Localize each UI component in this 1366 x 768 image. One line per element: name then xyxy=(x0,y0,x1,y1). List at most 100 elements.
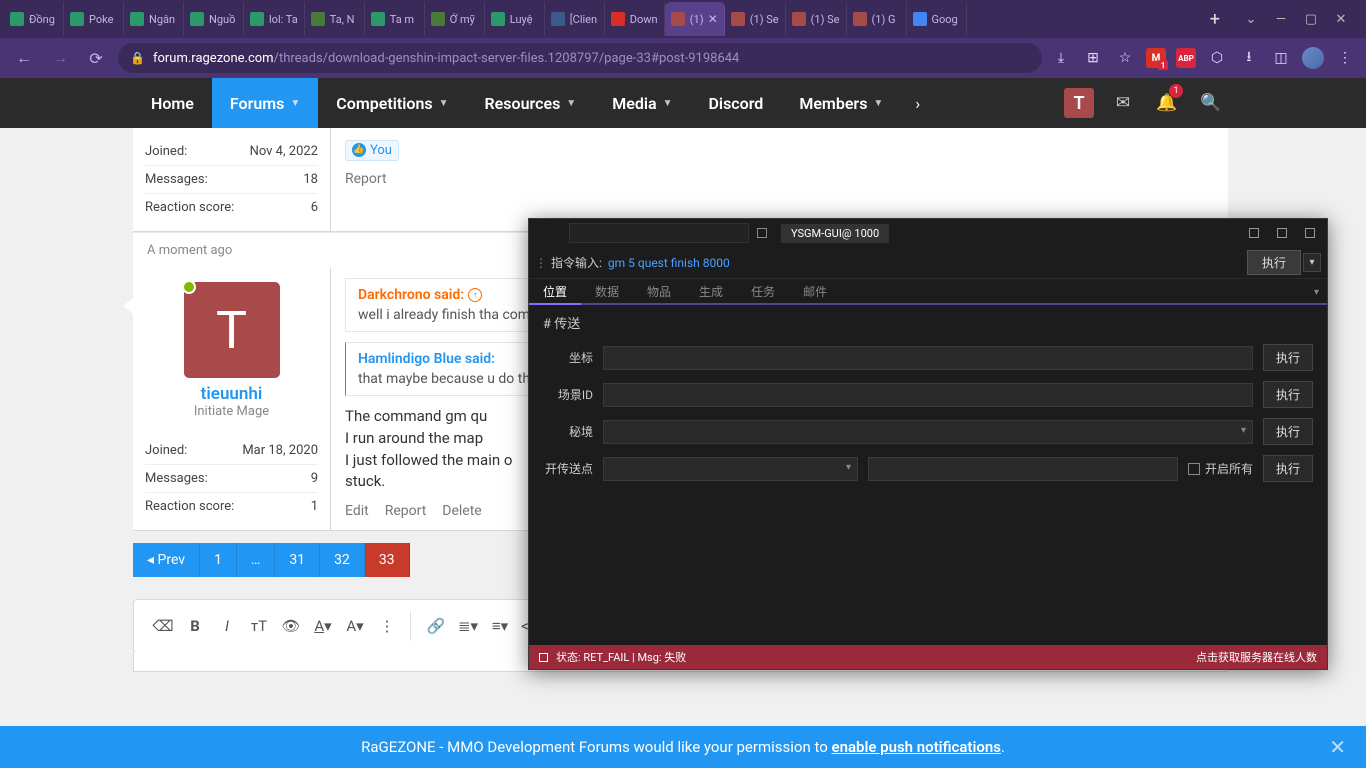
nav-more-icon[interactable]: › xyxy=(901,94,934,113)
install-app-icon[interactable]: ⤓ xyxy=(1050,47,1072,69)
realm-select[interactable] xyxy=(603,420,1253,444)
browser-tab[interactable]: Ngân xyxy=(124,2,184,36)
nav-item-resources[interactable]: Resources ▼ xyxy=(467,78,595,128)
browser-tab[interactable]: Ở mỹ xyxy=(425,2,485,36)
translate-icon[interactable]: ⊞ xyxy=(1082,47,1104,69)
search-icon[interactable]: 🔍 xyxy=(1189,78,1233,128)
new-tab-button[interactable]: + xyxy=(1200,9,1230,30)
alerts-icon[interactable]: 🔔1 xyxy=(1145,78,1189,128)
browser-tab[interactable]: (1) G xyxy=(847,2,907,36)
browser-tab[interactable]: Ta, N xyxy=(305,2,365,36)
window-maximize-icon[interactable]: ▢ xyxy=(1304,12,1318,27)
nav-item-competitions[interactable]: Competitions ▼ xyxy=(318,78,466,128)
pager-page[interactable]: … xyxy=(237,543,275,577)
coord-exec-button[interactable]: 执行 xyxy=(1263,344,1313,371)
browser-tab[interactable]: (1) Se xyxy=(725,2,786,36)
status-online-link[interactable]: 点击获取服务器在线人数 xyxy=(1196,649,1317,665)
app-tab[interactable]: 邮件 xyxy=(789,279,841,303)
cmd-exec-dropdown[interactable]: ▾ xyxy=(1303,253,1321,272)
user-avatar-button[interactable]: T xyxy=(1057,78,1101,128)
expand-up-icon[interactable]: ↑ xyxy=(468,288,482,302)
window-minimize-icon[interactable]: — xyxy=(1274,12,1288,27)
inbox-icon[interactable]: ✉ xyxy=(1101,78,1145,128)
nav-item-home[interactable]: Home xyxy=(133,78,212,128)
bookmark-icon[interactable]: ☆ xyxy=(1114,47,1136,69)
strike-icon[interactable]: 👁 xyxy=(276,611,306,641)
nav-item-media[interactable]: Media ▼ xyxy=(594,78,690,128)
browser-tab[interactable]: Poke xyxy=(64,2,124,36)
browser-tab[interactable]: Down xyxy=(605,2,665,36)
scene-input[interactable] xyxy=(603,383,1253,407)
nav-item-discord[interactable]: Discord xyxy=(690,78,781,128)
realm-exec-button[interactable]: 执行 xyxy=(1263,418,1313,445)
browser-tab[interactable]: (1) Se xyxy=(786,2,847,36)
more-format-icon[interactable]: ⋮ xyxy=(372,611,402,641)
nav-item-forums[interactable]: Forums ▼ xyxy=(212,78,318,128)
ext-gmail-icon[interactable]: M1 xyxy=(1146,48,1166,68)
report-link[interactable]: Report xyxy=(385,503,427,519)
ext-abp-icon[interactable]: ABP xyxy=(1176,48,1196,68)
browser-tab[interactable]: Nguồ xyxy=(184,2,244,36)
text-color-icon[interactable]: A▾ xyxy=(308,611,338,641)
app-close-icon[interactable] xyxy=(1305,228,1315,238)
delete-link[interactable]: Delete xyxy=(442,503,481,519)
user-avatar[interactable]: T xyxy=(184,282,280,378)
omnibox[interactable]: 🔒 forum.ragezone.com/threads/download-ge… xyxy=(118,43,1042,73)
font-family-icon[interactable]: A▾ xyxy=(340,611,370,641)
notif-enable-link[interactable]: enable push notifications xyxy=(832,738,1001,756)
app-tab[interactable]: 物品 xyxy=(633,279,685,303)
tab-close-icon[interactable]: ✕ xyxy=(708,12,718,26)
app-input-blank[interactable] xyxy=(569,223,749,243)
app-tab[interactable]: 任务 xyxy=(737,279,789,303)
browser-tab[interactable]: Goog xyxy=(907,2,967,36)
open-all-checkbox[interactable]: 开启所有 xyxy=(1188,460,1253,477)
window-close-icon[interactable]: ✕ xyxy=(1334,12,1348,27)
list-icon[interactable]: ≣▾ xyxy=(453,611,483,641)
username-link[interactable]: tieuunhi xyxy=(133,384,330,404)
square-icon[interactable] xyxy=(757,228,767,238)
pager-page[interactable]: 31 xyxy=(275,543,320,577)
cmd-exec-button[interactable]: 执行 xyxy=(1247,250,1301,275)
browser-tab[interactable]: [Clien xyxy=(545,2,605,36)
edit-link[interactable]: Edit xyxy=(345,503,369,519)
browser-tab[interactable]: Đồng xyxy=(4,2,64,36)
extensions-icon[interactable]: ⬡ xyxy=(1206,47,1228,69)
app-maximize-icon[interactable] xyxy=(1277,228,1287,238)
report-link[interactable]: Report xyxy=(345,171,387,187)
notif-close-icon[interactable]: ✕ xyxy=(1329,735,1346,759)
browser-tab[interactable]: lol: Ta xyxy=(244,2,305,36)
app-minimize-icon[interactable] xyxy=(1249,228,1259,238)
app-titlebar[interactable]: YSGM-GUI@ 1000 xyxy=(529,219,1327,247)
browser-tab[interactable]: (1)✕ xyxy=(665,2,725,36)
italic-icon[interactable]: I xyxy=(212,611,242,641)
profile-avatar[interactable] xyxy=(1302,47,1324,69)
align-icon[interactable]: ≡▾ xyxy=(485,611,515,641)
remove-format-icon[interactable]: ⌫ xyxy=(148,611,178,641)
link-icon[interactable]: 🔗 xyxy=(421,611,451,641)
cmd-input[interactable]: gm 5 quest finish 8000 xyxy=(608,256,1239,270)
downloads-icon[interactable]: ⭳ xyxy=(1238,47,1260,69)
tp-input[interactable] xyxy=(868,457,1178,481)
like-indicator[interactable]: 👍You xyxy=(345,140,399,161)
tp-exec-button[interactable]: 执行 xyxy=(1263,455,1313,482)
pager-page[interactable]: 33 xyxy=(365,543,410,577)
tabs-more-icon[interactable]: ▾ xyxy=(1314,287,1319,298)
nav-item-members[interactable]: Members ▼ xyxy=(781,78,901,128)
pager-prev[interactable]: ◂ Prev xyxy=(133,543,200,577)
nav-forward-button[interactable]: → xyxy=(46,44,74,72)
browser-tab[interactable]: Luyệ xyxy=(485,2,545,36)
font-size-icon[interactable]: тT xyxy=(244,611,274,641)
app-tab[interactable]: 数据 xyxy=(581,279,633,303)
bold-icon[interactable]: B xyxy=(180,611,210,641)
browser-tab[interactable]: Ta m xyxy=(365,2,425,36)
tp-select[interactable] xyxy=(603,457,858,481)
pager-page[interactable]: 1 xyxy=(200,543,237,577)
pager-page[interactable]: 32 xyxy=(320,543,365,577)
sidepanel-icon[interactable]: ◫ xyxy=(1270,47,1292,69)
kebab-menu-icon[interactable]: ⋮ xyxy=(1334,47,1356,69)
app-tab[interactable]: 位置 xyxy=(529,279,581,305)
coord-input[interactable] xyxy=(603,346,1253,370)
scene-exec-button[interactable]: 执行 xyxy=(1263,381,1313,408)
window-caret-icon[interactable]: ⌄ xyxy=(1244,12,1258,27)
nav-reload-button[interactable]: ⟳ xyxy=(82,44,110,72)
